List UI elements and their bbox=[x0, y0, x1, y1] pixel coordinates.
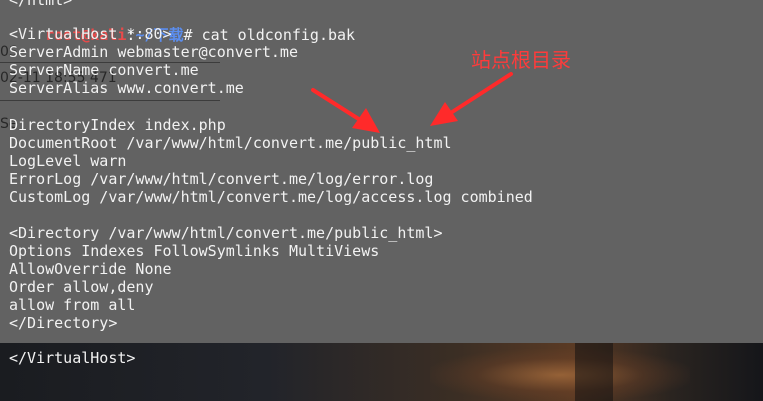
terminal-output-line: <Directory /var/www/html/convert.me/publ… bbox=[9, 224, 443, 242]
annotation-label: 站点根目录 bbox=[471, 48, 571, 72]
wallpaper-light bbox=[430, 349, 690, 401]
terminal-output-line: ServerAdmin webmaster@convert.me bbox=[9, 43, 298, 61]
ghost-divider bbox=[0, 100, 220, 101]
terminal-output-line: allow from all bbox=[9, 296, 136, 314]
terminal-output-line: CustomLog /var/www/html/convert.me/log/a… bbox=[9, 188, 533, 206]
terminal-output-line: LogLevel warn bbox=[9, 152, 127, 170]
prompt-hash: # bbox=[183, 26, 193, 44]
terminal-output-line: DirectoryIndex index.php bbox=[9, 116, 226, 134]
terminal-output-line: DocumentRoot /var/www/html/convert.me/pu… bbox=[9, 134, 452, 152]
terminal-window[interactable]: 0S 02-11 18:55 471 Se </html> root@kali:… bbox=[0, 0, 763, 401]
terminal-output-line: AllowOverride None bbox=[9, 260, 172, 278]
terminal-output-line: ServerAlias www.convert.me bbox=[9, 79, 244, 97]
wallpaper-pillar bbox=[575, 343, 613, 401]
command-line[interactable]: root@kali:~/下载# bbox=[9, 385, 211, 401]
terminal-output-line: Order allow,deny bbox=[9, 278, 154, 296]
command-text: cat oldconfig.bak bbox=[201, 26, 356, 44]
terminal-output-line: Options Indexes FollowSymlinks MultiView… bbox=[9, 242, 380, 260]
terminal-output-line: <VirtualHost *:80> bbox=[9, 25, 172, 43]
terminal-output-line: ErrorLog /var/www/html/convert.me/log/er… bbox=[9, 170, 434, 188]
terminal-output-line: ServerName convert.me bbox=[9, 61, 199, 79]
terminal-output-line: </VirtualHost> bbox=[9, 349, 136, 367]
command-line: root@kali:~/下载# cat oldconfig.bak bbox=[9, 8, 355, 44]
terminal-output-line: </Directory> bbox=[9, 314, 118, 332]
